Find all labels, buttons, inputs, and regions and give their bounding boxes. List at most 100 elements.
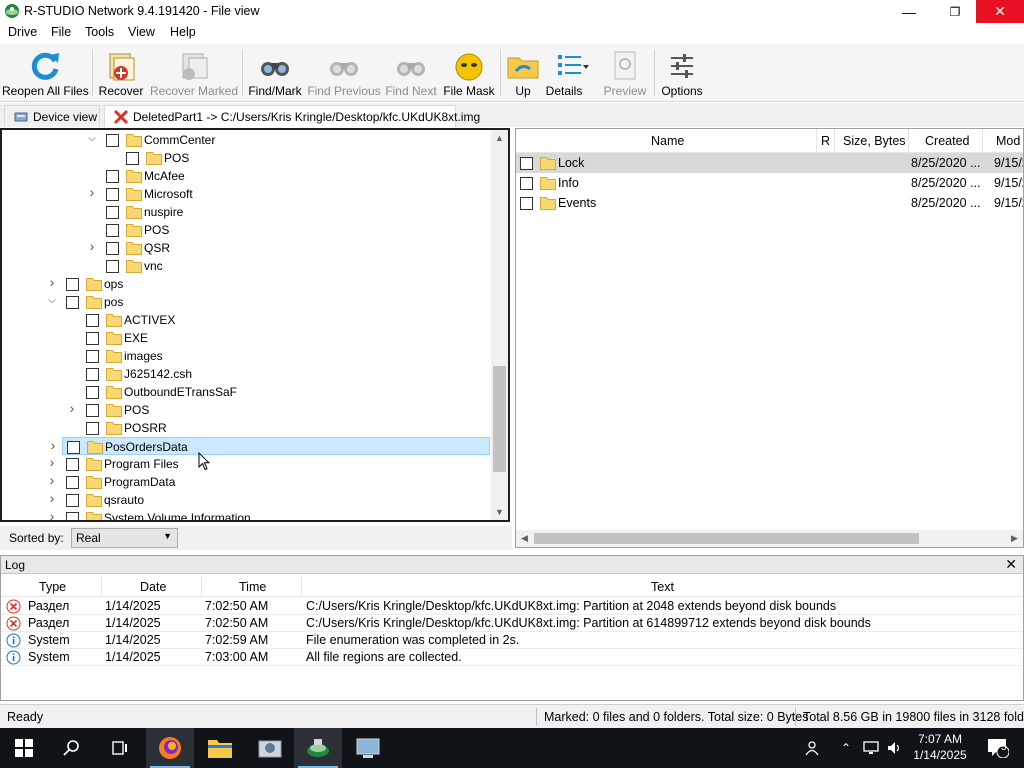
scroll-up-arrow-icon[interactable]: ▲: [491, 130, 508, 146]
tree-node[interactable]: EXE: [2, 329, 490, 347]
log-column-type[interactable]: Type: [39, 580, 66, 594]
chevron-right-icon[interactable]: ›: [86, 238, 98, 254]
tray-overflow-chevron-icon[interactable]: ⌃: [836, 728, 856, 768]
tree-node[interactable]: › System Volume Information: [2, 508, 490, 520]
tree-node[interactable]: ⌵ pos: [2, 293, 490, 311]
menu-help[interactable]: Help: [170, 25, 196, 39]
tree-checkbox[interactable]: [86, 350, 99, 363]
tree-node[interactable]: OutboundETransSaF: [2, 383, 490, 401]
tree-checkbox[interactable]: [86, 386, 99, 399]
tree-node[interactable]: › PosOrdersData: [51, 437, 490, 455]
chevron-right-icon[interactable]: ›: [46, 472, 58, 488]
file-checkbox[interactable]: [520, 177, 533, 190]
tree-checkbox[interactable]: [66, 458, 79, 471]
reopen-all-files-button[interactable]: Reopen All Files: [2, 46, 89, 100]
tree-checkbox[interactable]: [86, 404, 99, 417]
log-close-button[interactable]: ✕: [1005, 556, 1017, 573]
tree-node[interactable]: ⌵ CommCenter: [2, 131, 490, 149]
recover-button[interactable]: Recover: [96, 46, 146, 100]
column-name[interactable]: Name: [651, 134, 684, 148]
log-column-date[interactable]: Date: [140, 580, 166, 594]
tree-checkbox[interactable]: [86, 332, 99, 345]
search-button[interactable]: [48, 728, 96, 768]
tree-node[interactable]: vnc: [2, 257, 490, 275]
close-button[interactable]: ✕: [976, 0, 1024, 23]
volume-button[interactable]: [884, 728, 906, 768]
options-button[interactable]: Options: [658, 46, 706, 100]
tree-node[interactable]: › Microsoft: [2, 184, 490, 203]
scroll-right-arrow-icon[interactable]: ▶: [1006, 530, 1023, 547]
tree-node[interactable]: nuspire: [2, 203, 490, 221]
log-row[interactable]: Раздел 1/14/2025 7:02:50 AM C:/Users/Kris K…: [1, 598, 1023, 615]
restore-button[interactable]: ❐: [932, 0, 978, 23]
tree-node[interactable]: POS: [2, 149, 490, 167]
log-row[interactable]: System 1/14/2025 7:02:59 AM File enumeratio…: [1, 632, 1023, 649]
task-view-button[interactable]: [96, 728, 144, 768]
taskbar-clock[interactable]: 7:07 AM 1/14/2025: [908, 731, 972, 763]
scroll-down-arrow-icon[interactable]: ▼: [491, 504, 508, 520]
file-row[interactable]: Lock 8/25/2020 ... 9/15/2: [516, 153, 1023, 173]
tree-checkbox[interactable]: [106, 260, 119, 273]
column-modified[interactable]: Mod: [996, 134, 1020, 148]
chevron-right-icon[interactable]: ›: [66, 400, 78, 416]
chevron-right-icon[interactable]: ›: [46, 508, 58, 520]
log-column-time[interactable]: Time: [239, 580, 266, 594]
tree-checkbox[interactable]: [86, 422, 99, 435]
tree-checkbox[interactable]: [126, 152, 139, 165]
column-r[interactable]: R: [821, 134, 830, 148]
column-created[interactable]: Created: [925, 134, 969, 148]
sort-select[interactable]: Real ▼: [71, 528, 178, 548]
file-checkbox[interactable]: [520, 197, 533, 210]
scroll-left-arrow-icon[interactable]: ◀: [516, 530, 533, 547]
file-checkbox[interactable]: [520, 157, 533, 170]
find-previous-button[interactable]: Find Previous: [307, 46, 381, 100]
tree-node[interactable]: ACTIVEX: [2, 311, 490, 329]
tree-checkbox[interactable]: [106, 206, 119, 219]
people-button[interactable]: [796, 728, 826, 768]
tree-node[interactable]: › ops: [2, 274, 490, 293]
tab-deleted-partition[interactable]: DeletedPart1 -> C:/Users/Kris Kringle/De…: [104, 105, 480, 127]
tree-checkbox[interactable]: [106, 188, 119, 201]
file-list-horizontal-scrollbar[interactable]: ◀ ▶: [516, 530, 1023, 547]
tree-checkbox[interactable]: [66, 494, 79, 507]
chevron-right-icon[interactable]: ›: [46, 454, 58, 470]
tree-checkbox[interactable]: [106, 134, 119, 147]
chevron-down-icon[interactable]: ⌵: [86, 133, 98, 147]
menu-view[interactable]: View: [128, 25, 155, 39]
action-center-button[interactable]: 5: [980, 728, 1016, 768]
tree-vertical-scrollbar[interactable]: ▲ ▼: [491, 130, 508, 520]
tree-checkbox[interactable]: [86, 314, 99, 327]
chevron-down-icon[interactable]: ⌵: [46, 295, 58, 309]
start-button[interactable]: [0, 728, 48, 768]
find-mark-button[interactable]: Find/Mark: [247, 46, 303, 100]
tree-node[interactable]: images: [2, 347, 490, 365]
log-row[interactable]: Раздел 1/14/2025 7:02:50 AM C:/Users/Kris K…: [1, 615, 1023, 632]
chevron-right-icon[interactable]: ›: [86, 184, 98, 200]
tree-checkbox[interactable]: [66, 296, 79, 309]
tree-checkbox[interactable]: [66, 476, 79, 489]
tree-checkbox[interactable]: [67, 441, 80, 454]
file-mask-button[interactable]: File Mask: [442, 46, 496, 100]
tree-node[interactable]: › Program Files: [2, 454, 490, 473]
tree-checkbox[interactable]: [66, 278, 79, 291]
preview-button[interactable]: Preview: [600, 46, 650, 100]
tab-device-view[interactable]: Device view: [4, 105, 100, 127]
network-status-button[interactable]: [858, 728, 884, 768]
taskbar-firefox[interactable]: [146, 728, 194, 768]
tree-node[interactable]: J625142.csh: [2, 365, 490, 383]
tree-node[interactable]: POSRR: [2, 419, 490, 437]
menu-file[interactable]: File: [51, 25, 71, 39]
taskbar-network-tool[interactable]: [344, 728, 392, 768]
chevron-right-icon[interactable]: ›: [46, 490, 58, 506]
tree-node[interactable]: › POS: [2, 400, 490, 419]
tree-checkbox[interactable]: [106, 224, 119, 237]
tree-node[interactable]: › qsrauto: [2, 490, 490, 509]
minimize-button[interactable]: —: [886, 0, 932, 23]
file-row[interactable]: Events 8/25/2020 ... 9/15/2: [516, 193, 1023, 213]
taskbar-r-studio-network[interactable]: [294, 728, 342, 768]
file-row[interactable]: Info 8/25/2020 ... 9/15/2: [516, 173, 1023, 193]
file-list-scroll-thumb[interactable]: [534, 533, 919, 544]
up-button[interactable]: Up: [504, 46, 542, 100]
chevron-right-icon[interactable]: ›: [46, 274, 58, 290]
tree-checkbox[interactable]: [106, 242, 119, 255]
